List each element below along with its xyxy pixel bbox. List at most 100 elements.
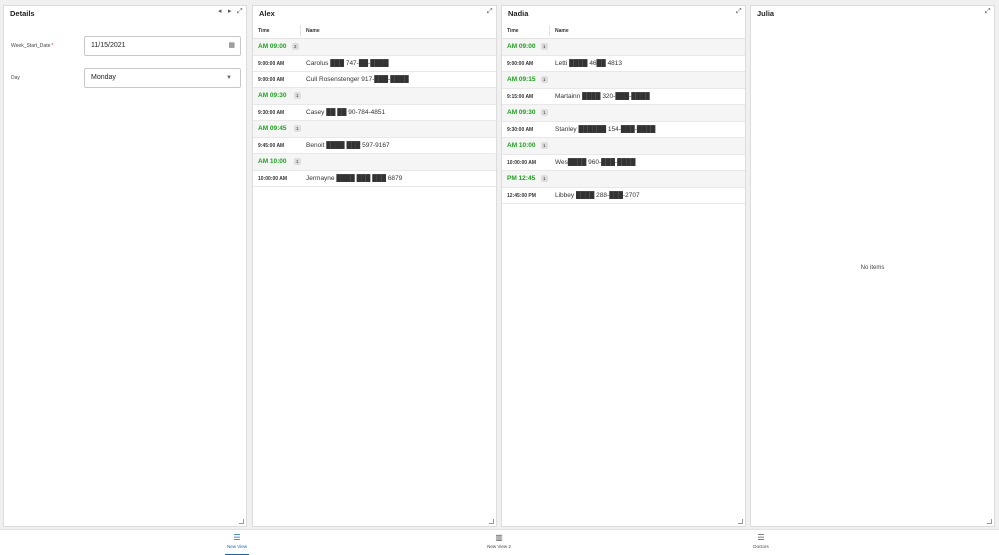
group-count-badge: 1 [541,175,548,182]
group-row[interactable]: AM 10:00 1 [253,154,496,171]
group-time: AM 10:00 [258,158,287,165]
name-column-header[interactable]: Name [306,28,320,34]
alex-list: AM 09:00 2 9:00:00 AM Carolus ███ 747-██… [253,39,496,187]
row-time: 9:30:00 AM [507,127,534,133]
row-name: Benoit ████ ███ 597-9167 [306,142,390,149]
nav-label: New View [227,544,247,549]
table-row[interactable]: 9:00:00 AM Letti ████ 46██ 4813 [502,56,745,72]
row-name: Casey ██ ██ 90-784-4851 [306,109,386,116]
week-start-date-field[interactable]: 11/15/2021 ▦ [84,36,241,56]
group-row[interactable]: AM 09:30 1 [502,105,745,122]
chevron-down-icon[interactable]: ▼ [226,69,232,87]
table-row[interactable]: 9:00:00 AM Carolus ███ 747-██-████ [253,56,496,72]
group-row[interactable]: AM 09:00 2 [253,39,496,56]
nadia-title: Nadia [508,9,529,18]
group-count-badge: 1 [541,109,548,116]
group-row[interactable]: AM 09:30 1 [253,88,496,105]
table-row[interactable]: 10:00:00 AM Jermayne ████ ███ ███ 6879 [253,171,496,187]
expand-icon[interactable]: ⤢ [736,8,742,16]
group-time: AM 09:45 [258,125,287,132]
resize-handle[interactable] [239,519,244,524]
group-row[interactable]: AM 09:15 1 [502,72,745,89]
resize-handle[interactable] [738,519,743,524]
table-row[interactable]: 9:30:00 AM Casey ██ ██ 90-784-4851 [253,105,496,121]
row-name: Cull Rosenstenger 917-███-████ [306,76,409,83]
nav-label: New View 2 [487,544,511,549]
group-row[interactable]: PM 12:45 1 [502,171,745,188]
table-row[interactable]: 10:00:00 AM Wes████ 960-███-████ [502,155,745,171]
row-time: 9:00:00 AM [507,61,534,67]
row-time: 9:15:00 AM [507,94,534,100]
resize-handle[interactable] [489,519,494,524]
details-title: Details [10,9,35,18]
list-icon: ☰ [757,533,765,542]
group-time: AM 09:15 [507,76,536,83]
alex-panel: Alex ⤢ Time Name AM 09:00 2 9:00:00 AM C… [252,5,497,527]
row-name: Stanley ██████ 154-███-████ [555,126,656,133]
group-row[interactable]: AM 09:45 1 [253,121,496,138]
column-divider [300,25,301,36]
row-name: Jermayne ████ ███ ███ 6879 [306,175,403,182]
day-select[interactable]: Monday ▼ [84,68,241,88]
group-row[interactable]: AM 09:00 1 [502,39,745,56]
julia-title: Julia [757,9,775,18]
julia-header: Julia ⤢ [751,6,994,22]
group-count-badge: 1 [541,142,548,149]
details-panel: Details ◂ ▸ ⤢ Week_Start_Date* 11/15/202… [3,5,247,527]
row-name: Wes████ 960-███-████ [555,159,636,166]
time-column-header[interactable]: Time [258,28,270,34]
row-name: Carolus ███ 747-██-████ [306,60,389,67]
empty-state-text: No items [860,265,885,271]
week-start-value: 11/15/2021 [91,42,126,49]
required-marker: * [51,43,54,49]
group-count-badge: 1 [294,92,301,99]
group-count-badge: 1 [541,43,548,50]
resize-handle[interactable] [987,519,992,524]
row-time: 9:30:00 AM [258,110,285,116]
group-time: AM 10:00 [507,142,536,149]
group-count-badge: 2 [292,43,299,50]
calendar-icon[interactable]: ▦ [228,37,235,55]
details-header: Details ◂ ▸ ⤢ [4,6,246,22]
table-row[interactable]: 9:45:00 AM Benoit ████ ███ 597-9167 [253,138,496,154]
group-time: AM 09:30 [507,109,536,116]
alex-title: Alex [259,9,275,18]
table-row[interactable]: 9:30:00 AM Stanley ██████ 154-███-████ [502,122,745,138]
row-name: Martainn ████ 320-███-████ [555,93,650,100]
chevron-left-icon[interactable]: ◂ [218,8,222,16]
day-value: Monday [91,74,116,81]
nadia-panel: Nadia ⤢ Time Name AM 09:00 1 9:00:00 AM … [501,5,746,527]
nadia-list: AM 09:00 1 9:00:00 AM Letti ████ 46██ 48… [502,39,745,204]
group-count-badge: 1 [294,158,301,165]
expand-icon[interactable]: ⤢ [985,8,991,16]
bottom-nav: ☰ New View ▥ New View 2 ☰ Doctors [0,529,999,555]
alex-table-header: Time Name [253,22,496,39]
row-name: Libbey ████ 288-███-2707 [555,192,640,199]
julia-panel: Julia ⤢ No items [750,5,995,527]
column-divider [549,25,550,36]
row-time: 12:45:00 PM [507,193,536,199]
name-column-header[interactable]: Name [555,28,569,34]
time-column-header[interactable]: Time [507,28,519,34]
table-row[interactable]: 12:45:00 PM Libbey ████ 288-███-2707 [502,188,745,204]
group-time: PM 12:45 [507,175,536,182]
row-time: 9:00:00 AM [258,61,285,67]
expand-icon[interactable]: ⤢ [487,8,493,16]
nav-doctors[interactable]: ☰ Doctors [731,533,791,549]
list-icon: ☰ [233,533,241,542]
table-row[interactable]: 9:00:00 AM Cull Rosenstenger 917-███-███… [253,72,496,88]
nav-new-view-2[interactable]: ▥ New View 2 [469,533,529,549]
bar-chart-icon: ▥ [495,533,503,542]
group-count-badge: 1 [541,76,548,83]
nadia-table-header: Time Name [502,22,745,39]
row-time: 9:00:00 AM [258,77,285,83]
week-start-label: Week_Start_Date* [11,43,54,49]
nav-label: Doctors [753,544,769,549]
table-row[interactable]: 9:15:00 AM Martainn ████ 320-███-████ [502,89,745,105]
nadia-header: Nadia ⤢ [502,6,745,22]
chevron-right-icon[interactable]: ▸ [228,8,232,16]
group-row[interactable]: AM 10:00 1 [502,138,745,155]
row-time: 9:45:00 AM [258,143,285,149]
nav-new-view[interactable]: ☰ New View [207,533,267,555]
expand-icon[interactable]: ⤢ [237,8,243,16]
